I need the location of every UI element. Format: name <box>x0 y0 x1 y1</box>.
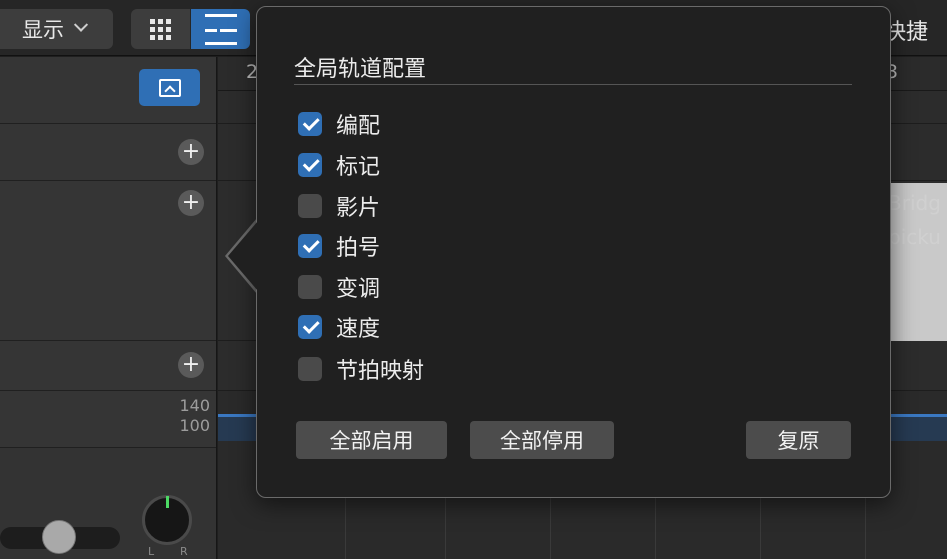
region-label-1: Bridg <box>888 191 941 215</box>
popover-title: 全局轨道配置 <box>294 57 427 82</box>
track-header-arrangement[interactable]: + <box>0 124 216 181</box>
option-label: 速度 <box>336 317 381 342</box>
grid-view-button[interactable] <box>131 9 190 49</box>
enable-all-button[interactable]: 全部启用 <box>296 421 447 459</box>
option-label: 标记 <box>336 155 381 180</box>
option-checkbox[interactable] <box>298 153 322 177</box>
option-marker[interactable]: 标记 <box>298 151 381 180</box>
track-header-marker[interactable]: + <box>0 181 216 341</box>
tempo-range: 140 100 <box>179 396 210 436</box>
option-label: 拍号 <box>336 236 381 261</box>
option-movie[interactable]: 影片 <box>298 192 381 221</box>
option-label: 节拍映射 <box>336 359 425 384</box>
divider <box>294 84 852 85</box>
track-header-column: + + + 140 100 L R <box>0 57 217 559</box>
popover-pointer-fill <box>228 221 258 291</box>
list-view-button[interactable] <box>191 9 250 49</box>
global-tracks-header <box>0 57 216 124</box>
pan-left-label: L <box>148 545 155 558</box>
tempo-max: 140 <box>179 396 210 415</box>
collapse-global-tracks-button[interactable] <box>139 69 200 106</box>
pan-right-label: R <box>180 545 188 558</box>
option-checkbox[interactable] <box>298 112 322 136</box>
track-header-signature[interactable]: + <box>0 341 216 391</box>
option-transposition[interactable]: 变调 <box>298 273 381 302</box>
option-label: 影片 <box>336 196 381 221</box>
option-checkbox[interactable] <box>298 275 322 299</box>
restore-button[interactable]: 复原 <box>746 421 851 459</box>
pan-knob[interactable] <box>142 495 192 545</box>
option-tempo[interactable]: 速度 <box>298 313 381 342</box>
option-checkbox[interactable] <box>298 234 322 258</box>
add-signature-button[interactable]: + <box>178 352 204 378</box>
view-menu-label: 显示 <box>22 18 64 42</box>
global-tracks-popover: 全局轨道配置 编配 标记 影片 拍号 变调 速度 节拍映射 全部启用 全部停用 … <box>256 6 891 498</box>
grid-icon <box>150 18 171 40</box>
option-arrangement[interactable]: 编配 <box>298 110 381 139</box>
view-menu-button[interactable]: 显示 <box>0 9 113 49</box>
add-marker-button[interactable]: + <box>178 139 204 165</box>
collapse-icon <box>158 78 181 97</box>
option-beat-mapping[interactable]: 节拍映射 <box>298 355 425 384</box>
option-label: 编配 <box>336 114 381 139</box>
chevron-down-icon <box>73 17 89 32</box>
track-header-tempo[interactable]: 140 100 <box>0 391 216 448</box>
disable-all-button[interactable]: 全部停用 <box>470 421 614 459</box>
option-label: 变调 <box>336 277 381 302</box>
list-icon <box>204 11 237 48</box>
option-checkbox[interactable] <box>298 357 322 381</box>
tempo-min: 100 <box>179 416 210 435</box>
option-signature[interactable]: 拍号 <box>298 232 381 261</box>
volume-slider-knob[interactable] <box>42 520 76 554</box>
add-region-button[interactable]: + <box>178 190 204 216</box>
option-checkbox[interactable] <box>298 315 322 339</box>
region-label-2: picku <box>888 225 941 249</box>
option-checkbox[interactable] <box>298 194 322 218</box>
